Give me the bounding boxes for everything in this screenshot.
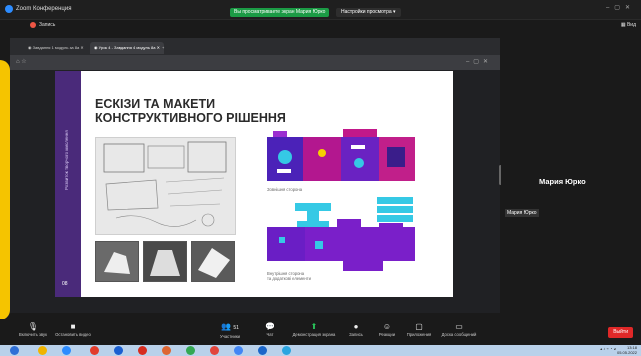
slide-vertical-text: Розвиток творчого мислення — [64, 130, 69, 190]
package-layout-outer — [267, 129, 415, 185]
title-bar: Zoom Конференция Вы просматриваете экран… — [0, 0, 641, 20]
app-title-text: Zoom Конференция — [16, 6, 72, 12]
screen-share-status: Вы просматриваете экран Мария Юрко — [230, 8, 330, 17]
paper-model-image — [144, 242, 186, 281]
recording-indicator[interactable]: Запись — [30, 22, 55, 28]
slide-title-line-1: ЕСКІЗИ ТА МАКЕТИ — [95, 97, 216, 111]
new-tab-button[interactable]: + — [158, 42, 168, 54]
whiteboard-icon: ▭ — [455, 322, 463, 331]
package-layout-inner — [267, 197, 415, 273]
active-speaker-name: Мария Юрко — [539, 177, 586, 186]
browser-tab-active[interactable]: ◉ Урок 4 - Завдання 4 модуль 8а ✕ — [90, 42, 164, 54]
participant-name-tag: Мария Юрко — [505, 209, 539, 217]
record-icon — [30, 22, 36, 28]
app-icon[interactable] — [162, 346, 171, 355]
chat-icon: 💬 — [265, 322, 275, 331]
paper-model-image — [96, 242, 138, 281]
browser-tab-strip: ◉ Завдання 1 модуль за 8а ✕ ◉ Урок 4 - З… — [10, 38, 500, 55]
zoom-taskbar-icon[interactable] — [258, 346, 267, 355]
view-label: Вид — [626, 22, 636, 28]
chat-label: Чат — [266, 332, 274, 337]
app-icon[interactable] — [62, 346, 71, 355]
browser-tab[interactable]: ◉ Завдання 1 модуль за 8а ✕ — [24, 42, 88, 54]
tab-label: Урок 4 - Завдання 4 модуль 8а — [98, 45, 156, 50]
yandex-icon[interactable] — [90, 346, 99, 355]
browser-window-controls[interactable]: –▢✕ — [466, 58, 492, 65]
clock-date: 05.05.2022 — [616, 350, 637, 355]
stop-video-label: Остановить видео — [55, 332, 91, 337]
address-bar: ⌂ ☆ –▢✕ — [10, 55, 500, 70]
start-icon[interactable] — [10, 346, 19, 355]
window-controls[interactable]: –▢✕ — [606, 4, 635, 11]
recording-label: Запись — [39, 22, 56, 28]
chrome-icon[interactable] — [186, 346, 195, 355]
desktop-decoration — [0, 60, 10, 320]
zoom-window: Zoom Конференция Вы просматриваете экран… — [0, 0, 641, 356]
slide-number: 08 — [62, 281, 68, 287]
model-photo — [143, 241, 187, 282]
model-photo — [95, 241, 139, 282]
chat-button[interactable]: 💬 Чат — [245, 321, 295, 343]
slide-sidebar: Розвиток творчого мислення 08 — [55, 71, 81, 297]
recording-bar: Запись ▦ Вид — [0, 20, 641, 32]
opera-icon[interactable] — [138, 346, 147, 355]
system-tray[interactable]: ▴ ♪ ⌁ ◔ ◕ — [600, 346, 616, 351]
model-photo — [191, 241, 235, 282]
meeting-toolbar: 🎙 Включить звук ■ Остановить видео 👥 51 … — [0, 319, 641, 345]
app-title: Zoom Конференция — [5, 5, 71, 13]
slide-title: ЕСКІЗИ ТА МАКЕТИ КОНСТРУКТИВНОГО РІШЕННЯ — [95, 97, 335, 125]
word-icon[interactable] — [114, 346, 123, 355]
view-options-label: Настройки просмотра — [341, 9, 392, 15]
windows-taskbar: ▴ ♪ ⌁ ◔ ◕ 13:18 05.05.2022 — [0, 345, 641, 356]
package-unfold-inner-image — [267, 197, 415, 271]
pencil-sketch-drawing — [103, 141, 227, 227]
slide-title-line-2: КОНСТРУКТИВНОГО РІШЕННЯ — [95, 111, 286, 125]
caption-inner-side: Внутрішня сторона та додаткові елементи — [267, 271, 311, 281]
whiteboard-button[interactable]: ▭ Доска сообщений — [434, 321, 484, 343]
sketch-image — [95, 137, 236, 235]
participants-count: 51 — [233, 325, 239, 331]
package-unfold-outer-image — [267, 129, 415, 181]
nav-controls[interactable]: ⌂ ☆ — [16, 58, 27, 65]
leave-button[interactable]: Выйти — [608, 327, 633, 338]
participant-pane — [501, 32, 641, 319]
stop-video-button[interactable]: ■ Остановить видео — [48, 321, 98, 343]
view-button[interactable]: ▦ Вид — [621, 22, 636, 28]
system-clock[interactable]: 13:18 05.05.2022 — [617, 345, 637, 355]
view-options-button[interactable]: Настройки просмотра ▾ — [336, 8, 401, 17]
zoom-logo-icon — [5, 5, 13, 13]
app-icon[interactable] — [210, 346, 219, 355]
tab-label: Завдання 1 модуль за 8а — [32, 45, 80, 50]
video-camera-icon: ■ — [70, 322, 76, 331]
caption-outer-side: Зовнішня сторона — [267, 187, 303, 192]
app-icon[interactable] — [234, 346, 243, 355]
shared-screen: ◉ Завдання 1 модуль за 8а ✕ ◉ Урок 4 - З… — [10, 38, 500, 313]
paper-model-image — [192, 242, 234, 281]
presentation-slide: Розвиток творчого мислення 08 ЕСКІЗИ ТА … — [55, 71, 453, 297]
file-explorer-icon[interactable] — [38, 346, 47, 355]
telegram-icon[interactable] — [282, 346, 291, 355]
caption-inner-line-2: та додаткові елементи — [267, 276, 311, 281]
whiteboard-label: Доска сообщений — [441, 332, 477, 337]
